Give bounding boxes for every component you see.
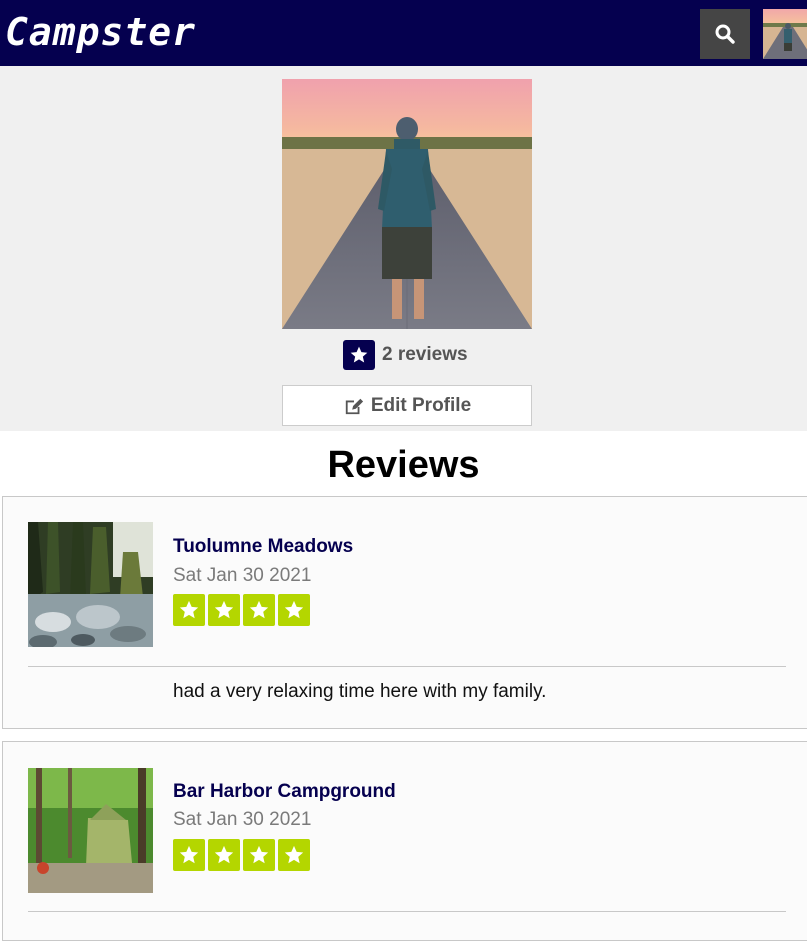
divider [28,666,786,667]
campground-thumbnail[interactable] [28,522,153,647]
star-icon [243,594,275,626]
divider [28,911,786,912]
profile-photo [282,79,532,329]
edit-icon [345,398,363,414]
review-rating [173,594,313,626]
star-icon [208,839,240,871]
star-icon [208,594,240,626]
review-date: Sat Jan 30 2021 [173,565,312,586]
star-icon [173,594,205,626]
review-title[interactable]: Bar Harbor Campground [173,781,396,803]
star-icon [243,839,275,871]
star-icon [278,839,310,871]
navbar: Campster [0,0,807,66]
star-icon [278,594,310,626]
reviews-heading: Reviews [327,444,480,486]
review-date: Sat Jan 30 2021 [173,809,312,830]
profile-header: 2 reviews Edit Profile [0,66,807,431]
edit-profile-label: Edit Profile [370,394,472,416]
review-count: 2 reviews [343,340,468,370]
edit-profile-button[interactable]: Edit Profile [282,385,532,426]
review-card: Tuolumne Meadows Sat Jan 30 2021 had a v… [2,496,807,729]
search-icon [715,24,735,44]
review-count-label: 2 reviews [382,344,468,365]
review-text: had a very relaxing time here with my fa… [173,681,547,702]
star-icon [173,839,205,871]
review-rating [173,839,313,871]
campground-thumbnail[interactable] [28,768,153,893]
search-button[interactable] [700,9,750,59]
review-title[interactable]: Tuolumne Meadows [173,536,353,558]
review-card: Bar Harbor Campground Sat Jan 30 2021 [2,741,807,941]
avatar[interactable] [763,9,807,59]
star-icon [343,340,375,370]
brand-logo[interactable]: Campster [5,10,196,54]
